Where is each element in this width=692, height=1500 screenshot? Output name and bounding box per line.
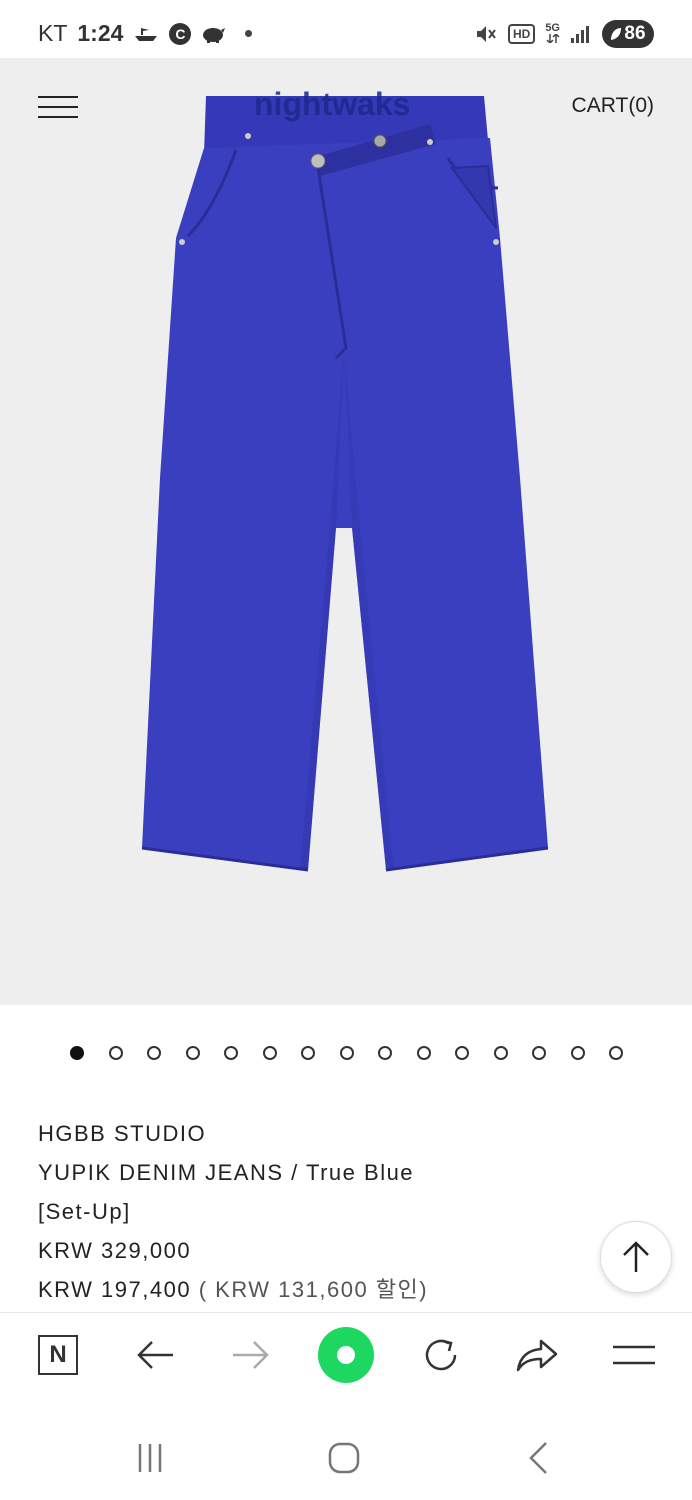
network-label: 5G: [545, 22, 560, 34]
original-price: KRW 329,000: [38, 1238, 192, 1263]
carousel-dot[interactable]: [416, 1046, 431, 1060]
carousel-dot[interactable]: [262, 1046, 277, 1060]
hamburger-menu-icon[interactable]: [38, 96, 78, 118]
product-image-carousel[interactable]: nightwaks CART(0): [0, 58, 692, 1005]
refresh-button[interactable]: [419, 1333, 463, 1377]
carousel-dot[interactable]: [70, 1046, 84, 1060]
carousel-dot[interactable]: [455, 1046, 469, 1060]
share-icon: [516, 1339, 558, 1372]
carousel-dot[interactable]: [108, 1046, 123, 1060]
system-back-button[interactable]: [518, 1438, 558, 1478]
mute-icon: [474, 23, 498, 45]
carousel-dot[interactable]: [493, 1046, 508, 1060]
browser-menu-button[interactable]: [612, 1333, 656, 1377]
home-circle-icon: [328, 1442, 360, 1474]
sale-price: KRW 197,400: [38, 1277, 192, 1302]
share-button[interactable]: [515, 1333, 559, 1377]
battery-indicator: 86: [602, 20, 654, 48]
piggy-bank-icon: [201, 24, 227, 44]
store-logo[interactable]: nightwaks: [254, 86, 410, 123]
forward-arrow-icon: [233, 1341, 269, 1369]
notification-dot-icon: [245, 30, 253, 37]
recent-apps-icon: [138, 1444, 162, 1472]
menu-icon: [613, 1345, 655, 1365]
discount-amount: ( KRW 131,600 할인): [198, 1277, 429, 1302]
green-dot-button[interactable]: [318, 1327, 374, 1383]
back-arrow-icon: [137, 1341, 173, 1369]
forward-button[interactable]: [229, 1333, 273, 1377]
carrier-label: KT: [38, 20, 68, 46]
product-tag: [Set-Up]: [38, 1199, 131, 1224]
hd-voice-badge: HD: [507, 24, 536, 44]
home-green-icon: [318, 1327, 374, 1383]
back-button[interactable]: [133, 1333, 177, 1377]
carousel-dot[interactable]: [301, 1046, 315, 1060]
chevron-left-icon: [529, 1442, 547, 1474]
c-badge-icon: C: [169, 22, 192, 45]
product-brand: HGBB STUDIO: [38, 1121, 207, 1146]
browser-toolbar: N: [0, 1312, 692, 1410]
sale-price-row: KRW 197,400 ( KRW 131,600 할인): [38, 1270, 428, 1309]
clock: 1:24: [77, 20, 124, 46]
cart-link[interactable]: CART(0): [572, 94, 654, 118]
carousel-dot[interactable]: [339, 1046, 354, 1060]
naver-icon: N: [38, 1335, 78, 1375]
carousel-dot[interactable]: [185, 1046, 200, 1060]
status-bar: KT 1:24 C HD 5G 86: [0, 0, 692, 66]
carousel-pager: [70, 1046, 623, 1060]
signal-icon: [570, 24, 592, 44]
product-info: HGBB STUDIO YUPIK DENIM JEANS / True Blu…: [38, 1114, 428, 1309]
product-name: YUPIK DENIM JEANS / True Blue: [38, 1160, 415, 1185]
carousel-dot[interactable]: [224, 1046, 238, 1060]
boat-icon: [133, 24, 159, 44]
status-left: KT 1:24 C: [38, 20, 253, 47]
battery-level: 86: [624, 23, 646, 44]
naver-home-button[interactable]: N: [36, 1333, 80, 1377]
leaf-icon: [611, 28, 622, 40]
network-5g-icon: 5G: [545, 22, 560, 46]
arrow-up-icon: [623, 1241, 649, 1272]
home-button[interactable]: [324, 1438, 364, 1478]
naver-label: N: [49, 1341, 67, 1368]
status-right: HD 5G 86: [474, 20, 654, 48]
product-photo-jeans: [141, 96, 549, 872]
carousel-dot[interactable]: [570, 1046, 585, 1060]
system-navigation-bar: [0, 1410, 692, 1500]
carousel-dot[interactable]: [147, 1046, 161, 1060]
carousel-dot[interactable]: [378, 1046, 392, 1060]
recent-apps-button[interactable]: [130, 1438, 170, 1478]
scroll-to-top-button[interactable]: [600, 1221, 672, 1293]
carousel-dot[interactable]: [609, 1046, 623, 1060]
refresh-icon: [425, 1339, 457, 1371]
carousel-dot[interactable]: [532, 1046, 546, 1060]
